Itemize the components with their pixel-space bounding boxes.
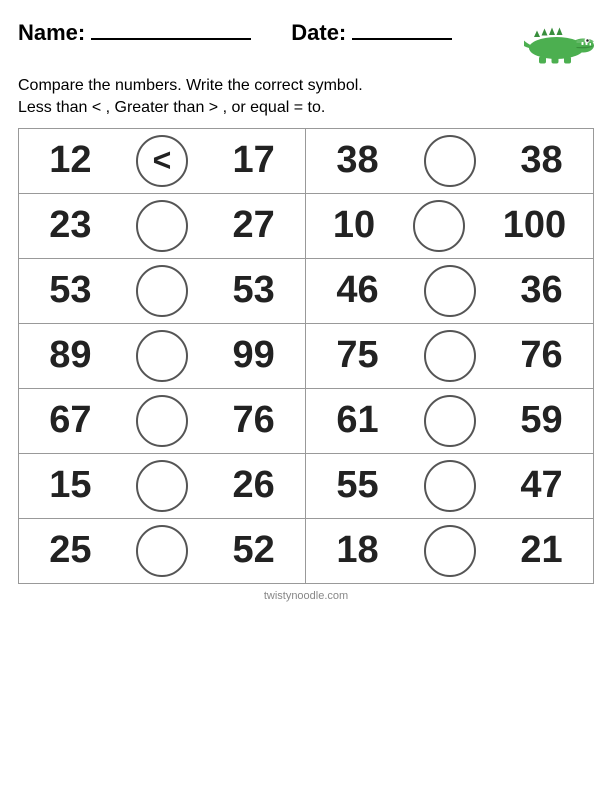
symbol-circle[interactable]: [136, 330, 188, 382]
number-right: 27: [232, 204, 274, 247]
name-label: Name:: [18, 20, 85, 46]
number-left: 89: [49, 334, 91, 377]
symbol-circle[interactable]: [136, 525, 188, 577]
number-left: 61: [336, 399, 378, 442]
number-right: 36: [520, 269, 562, 312]
symbol-circle[interactable]: [136, 460, 188, 512]
number-left: 23: [49, 204, 91, 247]
symbol-circle[interactable]: [424, 395, 476, 447]
number-left: 53: [49, 269, 91, 312]
name-underline[interactable]: [91, 18, 251, 40]
symbol-circle[interactable]: <: [136, 135, 188, 187]
grid-half-right-4: 61 59: [306, 389, 593, 453]
date-underline[interactable]: [352, 18, 452, 40]
number-right: 47: [520, 464, 562, 507]
grid-half-right-2: 46 36: [306, 259, 593, 323]
grid-row: 12 <17 38 38: [19, 129, 593, 194]
grid-row: 53 53 46 36: [19, 259, 593, 324]
number-left: 18: [336, 529, 378, 572]
grid-half-right-6: 1821: [306, 519, 593, 583]
number-left: 75: [336, 334, 378, 377]
number-left: 10: [333, 204, 375, 247]
alligator-icon: [524, 13, 594, 68]
number-right: 99: [232, 334, 274, 377]
instructions: Compare the numbers. Write the correct s…: [18, 75, 594, 120]
grid-half-right-1: 10 100: [306, 194, 593, 258]
symbol-circle[interactable]: [424, 265, 476, 317]
grid-row: 67 76 61 59: [19, 389, 593, 454]
number-left: 15: [49, 464, 91, 507]
grid-half-left-4: 67 76: [19, 389, 306, 453]
symbol-circle[interactable]: [424, 330, 476, 382]
number-right: 53: [232, 269, 274, 312]
symbol-circle[interactable]: [424, 525, 476, 577]
symbol-circle[interactable]: [136, 200, 188, 252]
grid-row: 15265547: [19, 454, 593, 519]
comparison-grid: 12 <17 38 38 23 27 10 100 53 53 46 36 89 99 75 76 67 76 61…: [18, 128, 594, 584]
number-right: 26: [232, 464, 274, 507]
grid-half-left-2: 53 53: [19, 259, 306, 323]
number-left: 38: [336, 139, 378, 182]
grid-half-right-3: 75 76: [306, 324, 593, 388]
footer-text: twistynoodle.com: [18, 590, 594, 602]
symbol-circle[interactable]: [136, 395, 188, 447]
number-right: 17: [232, 139, 274, 182]
grid-half-left-0: 12 <17: [19, 129, 306, 193]
symbol-circle[interactable]: [424, 460, 476, 512]
number-left: 55: [336, 464, 378, 507]
number-left: 46: [336, 269, 378, 312]
date-label: Date:: [291, 20, 346, 46]
number-right: 76: [232, 399, 274, 442]
number-left: 25: [49, 529, 91, 572]
symbol-circle[interactable]: [136, 265, 188, 317]
symbol-circle[interactable]: [424, 135, 476, 187]
number-right: 21: [520, 529, 562, 572]
number-right: 52: [232, 529, 274, 572]
grid-half-left-3: 89 99: [19, 324, 306, 388]
number-left: 12: [49, 139, 91, 182]
symbol-circle[interactable]: [413, 200, 465, 252]
grid-half-left-5: 1526: [19, 454, 306, 518]
number-right: 38: [520, 139, 562, 182]
grid-half-left-6: 25 52: [19, 519, 306, 583]
grid-row: 89 99 75 76: [19, 324, 593, 389]
grid-half-left-1: 23 27: [19, 194, 306, 258]
number-right: 59: [520, 399, 562, 442]
number-right: 100: [503, 204, 566, 247]
grid-half-right-5: 55 47: [306, 454, 593, 518]
grid-row: 25521821: [19, 519, 593, 583]
number-right: 76: [520, 334, 562, 377]
grid-row: 23 27 10 100: [19, 194, 593, 259]
number-left: 67: [49, 399, 91, 442]
grid-half-right-0: 38 38: [306, 129, 593, 193]
